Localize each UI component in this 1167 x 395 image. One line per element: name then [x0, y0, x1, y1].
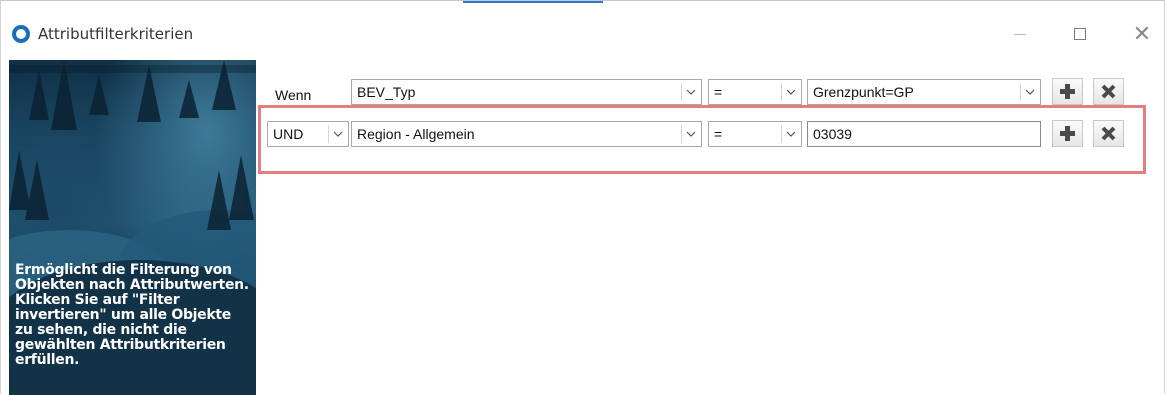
window-title: Attributfilterkriterien	[38, 25, 194, 43]
attribute-filter-dialog: Attributfilterkriterien ✕ Ermöglicht die…	[0, 0, 1166, 395]
app-logo-icon	[12, 25, 30, 43]
plus-icon	[1060, 84, 1075, 99]
chevron-down-icon[interactable]	[681, 83, 700, 101]
value-select[interactable]: Grenzpunkt=GP	[807, 79, 1041, 105]
title-bar: Attributfilterkriterien ✕	[1, 11, 1166, 59]
minimize-button[interactable]	[997, 19, 1043, 49]
attribute-select[interactable]: BEV_Typ	[351, 79, 702, 105]
close-icon: ✕	[1132, 21, 1152, 47]
minimize-icon	[1014, 33, 1026, 35]
operator-select[interactable]: =	[708, 79, 802, 105]
delete-x-icon	[1101, 84, 1116, 99]
chevron-down-icon[interactable]	[1020, 83, 1039, 101]
add-condition-button[interactable]	[1052, 78, 1083, 105]
window-accent-line	[463, 1, 603, 3]
side-panel-image: Ermöglicht die Filterung von Objekten na…	[9, 60, 256, 395]
filter-description: Ermöglicht die Filterung von Objekten na…	[15, 262, 249, 368]
close-button[interactable]: ✕	[1119, 19, 1165, 49]
maximize-icon	[1074, 28, 1086, 40]
chevron-down-icon[interactable]	[781, 83, 800, 101]
remove-condition-button[interactable]	[1093, 78, 1124, 105]
maximize-button[interactable]	[1057, 19, 1103, 49]
row-highlight-box	[258, 105, 1146, 174]
condition-prefix-label: Wenn	[275, 87, 312, 103]
